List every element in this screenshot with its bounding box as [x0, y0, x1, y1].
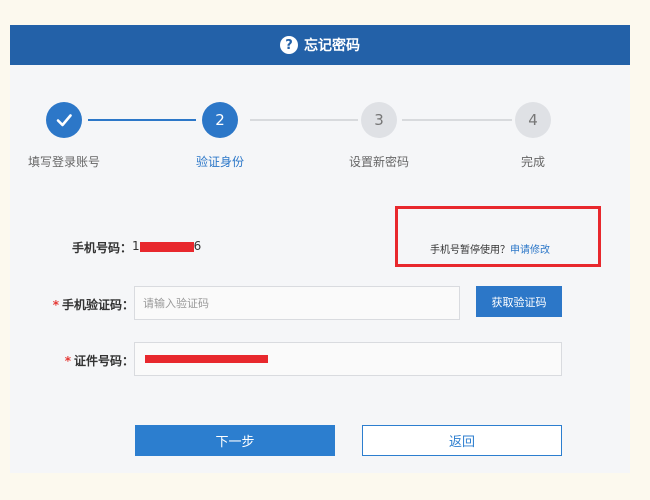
- code-placeholder: 请输入验证码: [143, 297, 209, 310]
- phone-redaction: [139, 241, 194, 252]
- id-label-text: 证件号码：: [73, 354, 134, 368]
- step-connector-1: [88, 119, 196, 121]
- phone-label: 手机号码：: [71, 241, 132, 255]
- step-3-circle: 3: [361, 102, 397, 138]
- step-4-label: 完成: [520, 155, 545, 169]
- notice-text: 手机号暂停使用？: [430, 245, 510, 256]
- step-3-label: 设置新密码: [348, 155, 409, 169]
- phone-suffix: 6: [193, 239, 202, 253]
- back-button[interactable]: 返回: [362, 425, 562, 456]
- forgot-password-panel: ? 忘记密码 2 3 4 填写登录账号 验证身份 设置新密码 完成 手机号码： …: [10, 25, 630, 473]
- apply-change-link[interactable]: 申请修改: [510, 245, 550, 256]
- required-mark: *: [64, 354, 71, 368]
- phone-prefix: 1: [132, 239, 140, 253]
- step-1-circle: [46, 102, 82, 138]
- step-connector-3: [402, 119, 512, 121]
- step-connector-2: [250, 119, 358, 121]
- page-title: 忘记密码: [304, 38, 360, 54]
- next-button[interactable]: 下一步: [135, 425, 335, 456]
- step-4-circle: 4: [515, 102, 551, 138]
- help-icon: ?: [280, 36, 298, 54]
- id-number-input[interactable]: [134, 342, 562, 376]
- step-1-label: 填写登录账号: [27, 155, 100, 169]
- get-code-button[interactable]: 获取验证码: [476, 286, 562, 317]
- code-label-text: 手机验证码：: [61, 298, 134, 312]
- step-2-circle: 2: [202, 102, 238, 138]
- header-bar: ? 忘记密码: [10, 25, 630, 65]
- highlight-box: [395, 206, 601, 267]
- id-redaction: [145, 355, 268, 363]
- step-2-label: 验证身份: [195, 155, 244, 169]
- phone-value: 16: [132, 239, 201, 253]
- id-label: * 证件号码：: [30, 352, 134, 369]
- code-label: * 手机验证码：: [30, 296, 134, 313]
- code-input[interactable]: 请输入验证码: [134, 286, 460, 320]
- required-mark: *: [52, 298, 59, 312]
- phone-notice: 手机号暂停使用？申请修改: [430, 241, 550, 256]
- check-icon: [56, 114, 72, 127]
